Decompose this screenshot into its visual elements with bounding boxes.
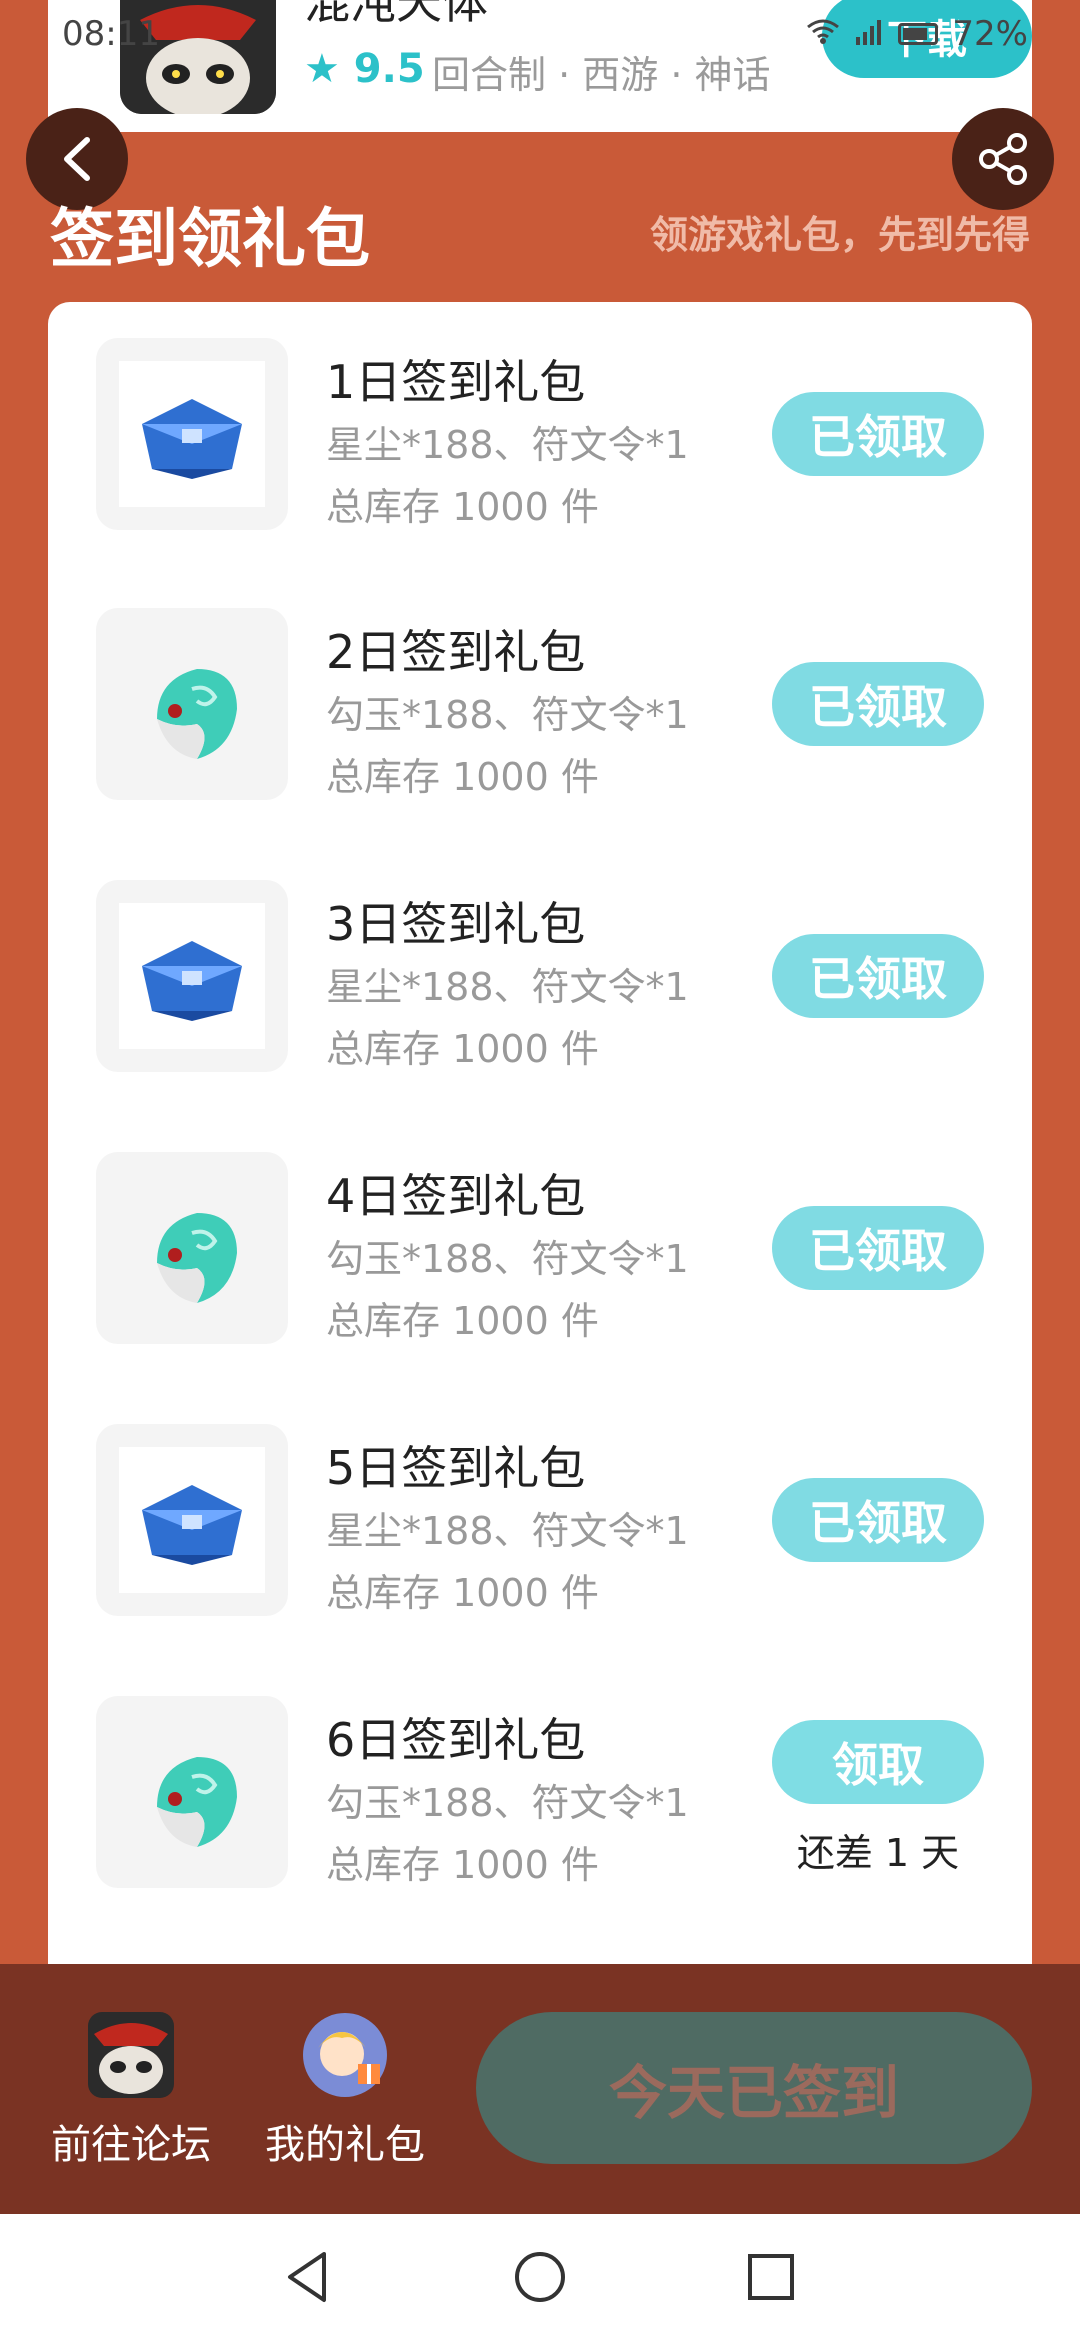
gift-items: 星尘*188、符文令*1 — [326, 1509, 689, 1553]
jade-magatama-icon — [157, 1213, 237, 1303]
gift-items: 勾玉*188、符文令*1 — [326, 1781, 689, 1825]
claimed-button[interactable]: 已领取 — [772, 1206, 984, 1290]
gift-stock: 总库存 1000 件 — [326, 1571, 599, 1615]
gift-row: 1日签到礼包 星尘*188、符文令*1 总库存 1000 件 已领取 — [48, 338, 1032, 558]
recents-square-icon[interactable] — [740, 2246, 802, 2308]
claimed-button[interactable]: 已领取 — [772, 1478, 984, 1562]
wifi-icon — [806, 14, 840, 54]
gift-name: 3日签到礼包 — [326, 897, 586, 951]
gift-name: 4日签到礼包 — [326, 1169, 586, 1223]
forum-icon — [88, 2012, 174, 2098]
status-icons: 72% — [806, 14, 1028, 54]
gift-thumbnail — [96, 880, 288, 1072]
bottom-action-bar: 前往论坛 我的礼包 今天已签到 — [0, 1964, 1080, 2214]
jade-magatama-icon — [157, 1757, 237, 1847]
gift-row: 5日签到礼包 星尘*188、符文令*1 总库存 1000 件 已领取 — [48, 1424, 1032, 1644]
blue-chest-icon — [142, 941, 242, 1021]
gift-row: 3日签到礼包 星尘*188、符文令*1 总库存 1000 件 已领取 — [48, 880, 1032, 1100]
forum-label: 前往论坛 — [51, 2122, 211, 2168]
page-subtitle: 领游戏礼包，先到先得 — [649, 213, 1030, 257]
gift-row: 2日签到礼包 勾玉*188、符文令*1 总库存 1000 件 已领取 — [48, 608, 1032, 828]
signal-icon — [854, 14, 884, 54]
gift-thumbnail — [96, 1696, 288, 1888]
share-icon — [979, 133, 1027, 185]
game-rating: ★ 9.5 — [304, 46, 425, 92]
gift-thumbnail — [96, 1424, 288, 1616]
gift-stock: 总库存 1000 件 — [326, 755, 599, 799]
back-triangle-icon[interactable] — [278, 2246, 340, 2308]
gift-stock: 总库存 1000 件 — [326, 485, 599, 529]
chevron-left-icon — [64, 137, 90, 181]
my-gifts-link[interactable]: 我的礼包 — [260, 2012, 430, 2170]
gift-list: 1日签到礼包 星尘*188、符文令*1 总库存 1000 件 已领取 2日签到礼… — [48, 302, 1032, 2002]
blue-chest-icon — [142, 1485, 242, 1565]
page-title: 签到领礼包 — [50, 203, 370, 277]
gift-stock: 总库存 1000 件 — [326, 1027, 599, 1071]
gift-items: 勾玉*188、符文令*1 — [326, 1237, 689, 1281]
signed-in-button[interactable]: 今天已签到 — [476, 2012, 1032, 2164]
rating-value: 9.5 — [353, 46, 425, 92]
claimed-button[interactable]: 已领取 — [772, 392, 984, 476]
gift-thumbnail — [96, 608, 288, 800]
forum-link[interactable]: 前往论坛 — [46, 2012, 216, 2170]
claimed-button[interactable]: 已领取 — [772, 934, 984, 1018]
gift-name: 6日签到礼包 — [326, 1713, 586, 1767]
days-remaining-note: 还差 1 天 — [796, 1831, 960, 1875]
gift-items: 星尘*188、符文令*1 — [326, 965, 689, 1009]
gift-row: 6日签到礼包 勾玉*188、符文令*1 总库存 1000 件 领取 还差 1 天 — [48, 1696, 1032, 1916]
battery-level: 72% — [952, 14, 1028, 54]
gift-items: 勾玉*188、符文令*1 — [326, 693, 689, 737]
blue-chest-icon — [142, 399, 242, 479]
home-circle-icon[interactable] — [509, 2246, 571, 2308]
gift-name: 2日签到礼包 — [326, 625, 586, 679]
gift-thumbnail — [96, 1152, 288, 1344]
status-time: 08:11 — [62, 14, 160, 54]
gift-row: 4日签到礼包 勾玉*188、符文令*1 总库存 1000 件 已领取 — [48, 1152, 1032, 1372]
game-name: 混沌天体 — [304, 0, 488, 29]
star-icon: ★ — [304, 46, 340, 92]
gift-thumbnail — [96, 338, 288, 530]
gift-avatar-icon — [302, 2012, 388, 2098]
share-button[interactable] — [952, 108, 1054, 210]
jade-magatama-icon — [157, 669, 237, 759]
my-gifts-label: 我的礼包 — [265, 2122, 425, 2168]
system-nav-bar — [0, 2214, 1080, 2340]
gift-stock: 总库存 1000 件 — [326, 1299, 599, 1343]
gift-name: 5日签到礼包 — [326, 1441, 586, 1495]
claimed-button[interactable]: 已领取 — [772, 662, 984, 746]
gift-name: 1日签到礼包 — [326, 355, 586, 409]
gift-items: 星尘*188、符文令*1 — [326, 423, 689, 467]
claim-button[interactable]: 领取 — [772, 1720, 984, 1804]
game-tags: 回合制 · 西游 · 神话 — [432, 53, 771, 97]
gift-stock: 总库存 1000 件 — [326, 1843, 599, 1887]
battery-icon — [898, 23, 939, 45]
